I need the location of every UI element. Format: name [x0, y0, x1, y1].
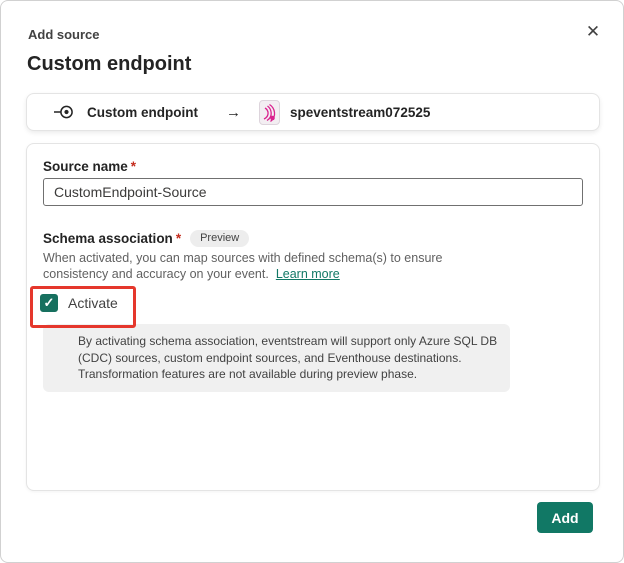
required-asterisk: *	[175, 231, 182, 246]
eventstream-icon	[259, 99, 280, 125]
learn-more-link[interactable]: Learn more	[276, 267, 340, 281]
source-name-input[interactable]	[43, 178, 583, 206]
required-asterisk: *	[130, 159, 137, 174]
activate-checkbox[interactable]: ✓	[40, 294, 58, 312]
activate-checkbox-label: Activate	[68, 295, 118, 311]
source-config-card: Source name* Schema association* Preview…	[26, 143, 600, 491]
add-button[interactable]: Add	[537, 502, 593, 533]
schema-association-header: Schema association * Preview	[43, 230, 250, 247]
custom-endpoint-icon	[54, 104, 74, 120]
close-button[interactable]: ✕	[580, 19, 606, 45]
schema-association-label: Schema association *	[43, 231, 182, 246]
dialog-eyebrow: Add source	[28, 27, 100, 42]
page-title: Custom endpoint	[27, 53, 192, 75]
close-icon: ✕	[585, 22, 601, 41]
schema-info-note: By activating schema association, events…	[43, 324, 510, 392]
source-name-label: Source name *	[43, 159, 137, 174]
preview-badge: Preview	[190, 230, 250, 247]
breadcrumb: Custom endpoint → speventstream072525	[26, 93, 600, 131]
breadcrumb-source-label: Custom endpoint	[87, 104, 198, 120]
add-source-dialog: Add source ✕ Custom endpoint Custom endp…	[0, 0, 624, 563]
arrow-right-icon: →	[226, 103, 241, 121]
activate-checkbox-row[interactable]: ✓ Activate	[40, 291, 118, 315]
breadcrumb-target-label: speventstream072525	[290, 104, 431, 120]
schema-association-description: When activated, you can map sources with…	[43, 251, 443, 281]
checkmark-icon: ✓	[43, 295, 55, 310]
